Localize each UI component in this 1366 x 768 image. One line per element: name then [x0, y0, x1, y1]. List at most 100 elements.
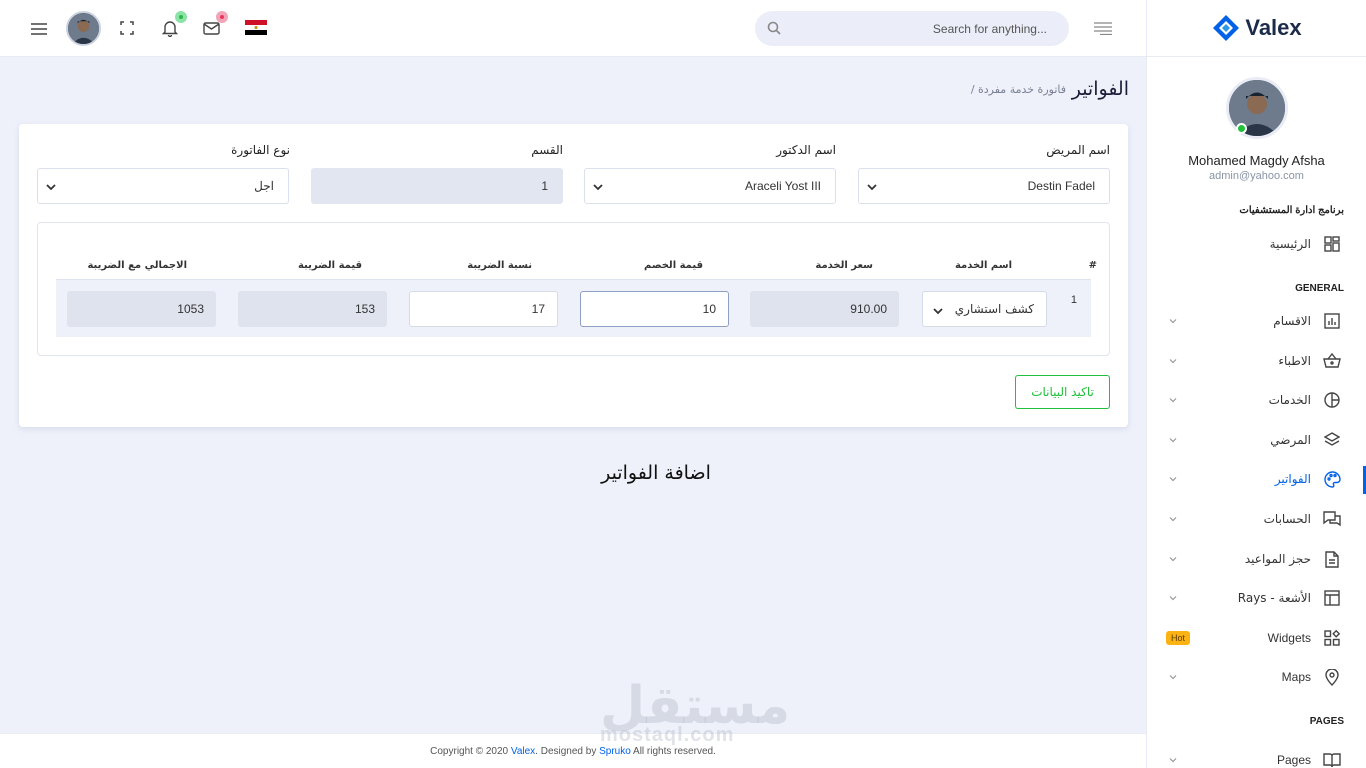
dashboard-icon — [1322, 234, 1342, 254]
tax-rate-value: 17 — [531, 302, 545, 316]
doctor-label: اسم الدكتور — [776, 143, 836, 157]
brand-logo[interactable]: Valex — [1147, 0, 1366, 57]
chevron-down-icon — [867, 184, 877, 191]
user-avatar[interactable] — [66, 11, 101, 46]
sidebar-item-label: Maps — [1281, 670, 1311, 684]
sidebar-item-rays[interactable]: Rays - الأشعة — [1146, 579, 1366, 617]
breadcrumb[interactable]: / فاتورة خدمة مفردة — [971, 83, 1066, 96]
chevron-down-icon — [1169, 557, 1177, 562]
service-price-field: 910.00 — [750, 291, 899, 327]
page-title: الفواتير — [1071, 78, 1129, 100]
sidebar-item-label: الاطباء — [1278, 354, 1311, 368]
chevron-down-icon — [46, 184, 56, 191]
sidebar-section-main: برنامج ادارة المستشفيات — [1239, 205, 1344, 216]
table-icon — [1322, 588, 1342, 608]
footer-brand-link[interactable]: Valex — [511, 746, 535, 757]
patient-label: اسم المريض — [1046, 143, 1110, 157]
total-value: 1053 — [177, 302, 204, 316]
sidebar: Valex Mohamed Magdy Afsha admin@yahoo.co… — [1146, 0, 1366, 768]
column-header-number: # — [1088, 260, 1097, 271]
chevron-down-icon — [1169, 675, 1177, 680]
sidebar-item-label: الحسابات — [1263, 512, 1311, 526]
column-header-discount: قيمة الخصم — [644, 260, 703, 271]
column-header-total: الاجمالي مع الضريبة — [87, 260, 187, 271]
discount-input[interactable]: 10 — [580, 291, 729, 327]
profile-avatar[interactable] — [1225, 77, 1288, 139]
service-name-select[interactable]: كشف استشاري — [922, 291, 1047, 327]
sidebar-item-accounts[interactable]: الحسابات — [1146, 500, 1366, 538]
column-header-service-price: سعر الخدمة — [815, 260, 873, 271]
hot-badge: Hot — [1166, 631, 1191, 645]
layers-icon — [1322, 430, 1342, 450]
search-bar — [755, 11, 1069, 46]
sidebar-item-patients[interactable]: المرضي — [1146, 421, 1366, 459]
section-value: 1 — [541, 179, 548, 193]
chevron-down-icon — [593, 184, 603, 191]
sidebar-section-pages: PAGES — [1309, 716, 1344, 727]
sidebar-item-sections[interactable]: الاقسام — [1146, 302, 1366, 340]
sidebar-item-services[interactable]: الخدمات — [1146, 381, 1366, 419]
sidebar-item-home[interactable]: الرئيسية — [1146, 225, 1366, 263]
sidebar-item-appointments[interactable]: حجز المواعيد — [1146, 540, 1366, 578]
column-header-tax-rate: نسبة الضريبة — [467, 260, 532, 271]
brand-name: Valex — [1245, 15, 1302, 40]
sidebar-item-label: الرئيسية — [1269, 237, 1311, 251]
footer: Copyright © 2020 Valex. Designed by Spru… — [0, 733, 1146, 768]
chevron-down-icon — [1169, 596, 1177, 601]
bar-chart-icon — [1322, 311, 1342, 331]
service-price-value: 910.00 — [850, 302, 887, 316]
sidebar-item-label: Pages — [1276, 753, 1311, 767]
chat-icon — [1322, 509, 1342, 529]
basket-icon — [1322, 351, 1342, 371]
invoice-items-table: # اسم الخدمة سعر الخدمة قيمة الخصم نسبة … — [37, 222, 1110, 356]
chevron-down-icon — [933, 308, 943, 315]
invoice-type-value: اجل — [254, 179, 274, 193]
fullscreen-icon[interactable] — [117, 18, 137, 38]
user-profile: Mohamed Magdy Afsha admin@yahoo.com — [1147, 57, 1366, 182]
sidebar-item-label: الاقسام — [1273, 314, 1311, 328]
footer-designed-by: . Designed by — [535, 746, 597, 757]
document-icon — [1322, 549, 1342, 569]
sidebar-item-pages[interactable]: Pages — [1146, 741, 1366, 768]
sidebar-item-doctors[interactable]: الاطباء — [1146, 342, 1366, 380]
footer-designer-link[interactable]: Spruko — [599, 746, 631, 757]
sidebar-item-label: المرضي — [1270, 433, 1311, 447]
chevron-down-icon — [1169, 517, 1177, 522]
tax-value-field: 153 — [238, 291, 387, 327]
user-email: admin@yahoo.com — [1209, 170, 1304, 182]
patient-value: Destin Fadel — [1027, 179, 1095, 193]
section-field: 1 — [311, 168, 563, 204]
sidebar-section-general: GENERAL — [1295, 283, 1344, 294]
sidebar-item-label: الخدمات — [1268, 393, 1311, 407]
sidebar-item-label: حجز المواعيد — [1244, 552, 1311, 566]
watermark-english: mostaql.com — [600, 724, 735, 746]
tax-rate-input[interactable]: 17 — [409, 291, 558, 327]
mail-indicator — [216, 11, 228, 23]
sidebar-toggle-icon[interactable] — [1092, 18, 1114, 38]
search-icon[interactable] — [767, 21, 781, 38]
doctor-value: Araceli Yost III — [744, 179, 821, 193]
row-number: 1 — [1070, 294, 1077, 306]
invoice-type-label: نوع الفاتورة — [231, 143, 290, 157]
patient-select[interactable]: Destin Fadel — [858, 168, 1110, 204]
invoice-type-select[interactable]: اجل — [37, 168, 289, 204]
confirm-data-button[interactable]: تاكيد البيانات — [1015, 375, 1110, 409]
egypt-flag-icon[interactable] — [245, 19, 267, 35]
doctor-select[interactable]: Araceli Yost III — [584, 168, 836, 204]
sidebar-item-widgets[interactable]: Widgets Hot — [1146, 619, 1366, 657]
section-heading: اضافة الفواتير — [601, 462, 711, 484]
online-status-indicator — [1235, 123, 1247, 134]
hamburger-menu-icon[interactable] — [28, 18, 50, 40]
column-header-tax-value: قيمة الضريبة — [297, 260, 362, 271]
notification-bell-icon[interactable] — [159, 11, 187, 39]
valex-logo-icon — [1213, 15, 1240, 41]
widgets-icon — [1322, 628, 1342, 648]
sidebar-item-label: Widgets — [1267, 631, 1311, 645]
sidebar-item-label: Rays - الأشعة — [1237, 591, 1311, 605]
sidebar-item-maps[interactable]: Maps — [1146, 658, 1366, 696]
search-input[interactable] — [755, 11, 1069, 46]
mail-icon[interactable] — [200, 11, 228, 39]
invoice-form-card: اسم المريض Destin Fadel اسم الدكتور Arac… — [19, 124, 1128, 427]
table-row: 1 كشف استشاري 910.00 10 17 153 1053 — [56, 279, 1091, 337]
discount-value: 10 — [702, 302, 716, 316]
